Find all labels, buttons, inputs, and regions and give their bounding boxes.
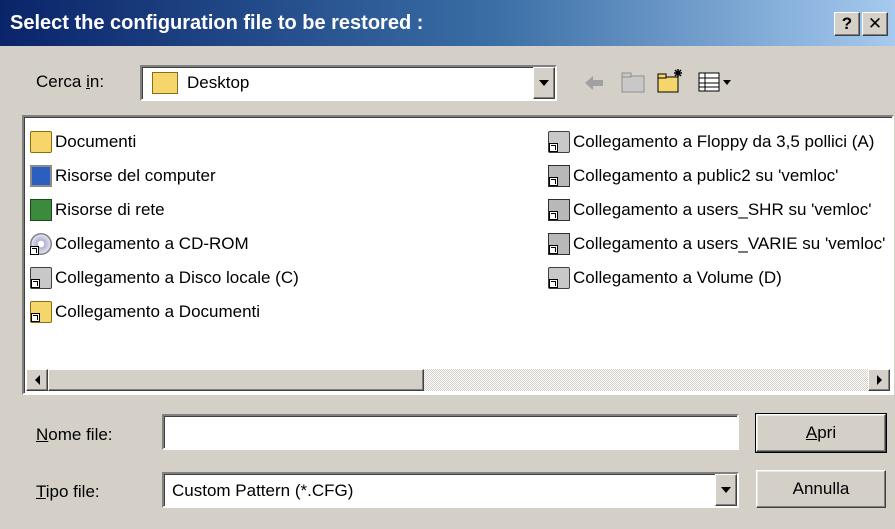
floppy-shortcut-icon xyxy=(548,131,570,153)
list-item[interactable]: Collegamento a public2 su 'vemloc' xyxy=(548,159,892,193)
lookin-combo[interactable]: Desktop xyxy=(140,65,557,101)
title-bar: Select the configuration file to be rest… xyxy=(0,0,895,46)
list-item[interactable]: Risorse di rete xyxy=(30,193,550,227)
list-item-label: Collegamento a Floppy da 3,5 pollici (A) xyxy=(573,132,875,151)
horizontal-scrollbar[interactable] xyxy=(26,369,890,391)
file-list-right-column: Collegamento a Floppy da 3,5 pollici (A)… xyxy=(548,125,892,295)
close-button[interactable]: ✕ xyxy=(862,12,888,36)
desktop-icon xyxy=(152,72,178,94)
list-item-label: Collegamento a users_SHR su 'vemloc' xyxy=(573,200,872,219)
scroll-left-button[interactable] xyxy=(26,369,48,391)
file-list-left-column: Documenti Risorse del computer Risorse di … xyxy=(30,125,550,329)
close-icon: ✕ xyxy=(867,14,883,33)
up-folder-icon[interactable] xyxy=(620,70,646,94)
list-item-label: Risorse del computer xyxy=(55,166,216,185)
view-menu-icon[interactable] xyxy=(697,70,737,94)
list-item-label: Collegamento a Documenti xyxy=(55,302,261,321)
list-item-label: Collegamento a CD-ROM xyxy=(55,234,249,253)
scroll-right-button[interactable] xyxy=(868,369,890,391)
network-drive-shortcut-icon xyxy=(548,165,570,187)
list-item-label: Collegamento a public2 su 'vemloc' xyxy=(573,166,839,185)
list-item[interactable]: Risorse del computer xyxy=(30,159,550,193)
help-button[interactable]: ? xyxy=(834,12,860,36)
list-item[interactable]: Collegamento a Floppy da 3,5 pollici (A) xyxy=(548,125,892,159)
my-computer-icon xyxy=(30,165,52,187)
list-item[interactable]: Documenti xyxy=(30,125,550,159)
list-item-label: Collegamento a users_VARIE su 'vemloc' xyxy=(573,234,886,253)
open-button[interactable]: Apri xyxy=(755,413,887,453)
scroll-thumb[interactable] xyxy=(48,369,424,391)
back-arrow-icon[interactable] xyxy=(582,72,606,94)
list-item[interactable]: Collegamento a CD-ROM xyxy=(30,227,550,261)
cancel-button[interactable]: Annulla xyxy=(756,470,886,508)
list-item-label: Collegamento a Volume (D) xyxy=(573,268,782,287)
list-item[interactable]: Collegamento a Disco locale (C) xyxy=(30,261,550,295)
new-folder-icon[interactable] xyxy=(656,68,684,94)
help-icon: ? xyxy=(841,14,853,33)
filetype-dropdown-arrow[interactable] xyxy=(715,474,737,506)
filetype-value: Custom Pattern (*.CFG) xyxy=(172,481,354,500)
file-list[interactable]: Documenti Risorse del computer Risorse di … xyxy=(22,115,894,395)
filetype-combo[interactable]: Custom Pattern (*.CFG) xyxy=(162,472,739,508)
list-item-label: Collegamento a Disco locale (C) xyxy=(55,268,299,287)
list-item-label: Documenti xyxy=(55,132,137,151)
dialog-title: Select the configuration file to be rest… xyxy=(10,11,424,34)
list-item-label: Risorse di rete xyxy=(55,200,165,219)
lookin-label: Cerca in: xyxy=(36,72,105,91)
list-item[interactable]: Collegamento a Documenti xyxy=(30,295,550,329)
lookin-value: Desktop xyxy=(187,73,250,92)
folder-shortcut-icon xyxy=(30,301,52,323)
list-item[interactable]: Collegamento a users_VARIE su 'vemloc' xyxy=(548,227,892,261)
filetype-label: Tipo file: xyxy=(36,482,100,501)
cdrom-shortcut-icon xyxy=(30,233,52,255)
documents-folder-icon xyxy=(30,131,52,153)
list-item[interactable]: Collegamento a Volume (D) xyxy=(548,261,892,295)
network-drive-shortcut-icon xyxy=(548,233,570,255)
lookin-dropdown-arrow[interactable] xyxy=(533,67,555,99)
local-disk-shortcut-icon xyxy=(30,267,52,289)
filename-label: Nome file: xyxy=(36,425,113,444)
network-drive-shortcut-icon xyxy=(548,199,570,221)
list-item[interactable]: Collegamento a users_SHR su 'vemloc' xyxy=(548,193,892,227)
filename-input[interactable] xyxy=(162,414,739,450)
drive-shortcut-icon xyxy=(548,267,570,289)
network-places-icon xyxy=(30,199,52,221)
